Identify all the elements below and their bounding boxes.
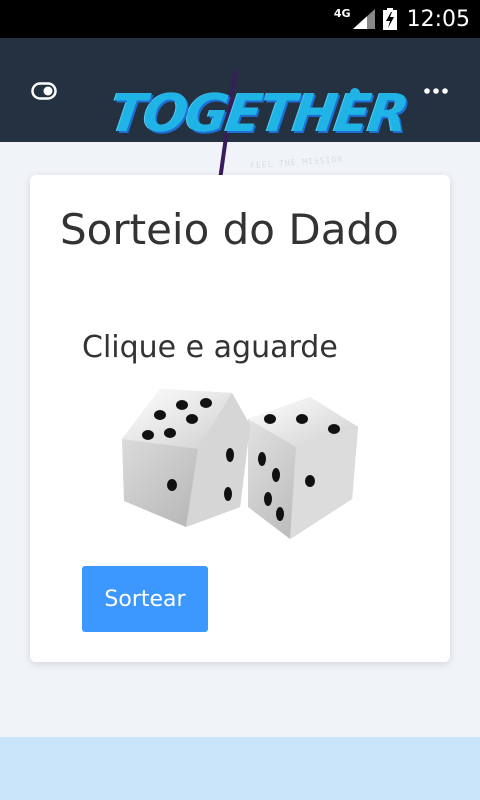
logo-wordmark: TOGETHER bbox=[105, 84, 411, 144]
sortear-button[interactable]: Sortear bbox=[82, 566, 208, 632]
status-bar: 4G 12:05 bbox=[0, 0, 480, 38]
instruction-text: Clique e aguarde bbox=[82, 330, 338, 365]
page-title: Sorteio do Dado bbox=[60, 205, 399, 254]
signal-icon bbox=[352, 9, 375, 29]
left-die bbox=[122, 389, 250, 527]
right-die bbox=[248, 397, 358, 539]
clock: 12:05 bbox=[406, 6, 470, 32]
more-icon bbox=[424, 88, 448, 94]
network-type: 4G bbox=[333, 6, 351, 20]
battery-charging-icon bbox=[382, 8, 397, 30]
logo-tagline: FEEL THE MISSION bbox=[249, 154, 344, 171]
toggle-icon bbox=[31, 82, 57, 100]
dice-card: Sorteio do Dado Clique e aguarde Sortear bbox=[30, 175, 450, 662]
logo-registered-mark bbox=[350, 88, 360, 98]
footer-bar bbox=[0, 737, 480, 800]
together-logo: TOGETHER FEEL THE MISSION bbox=[100, 60, 411, 190]
menu-toggle-button[interactable] bbox=[30, 80, 58, 102]
app-header: TOGETHER FEEL THE MISSION bbox=[0, 38, 480, 190]
dice-image bbox=[122, 389, 358, 539]
more-options-button[interactable] bbox=[422, 80, 450, 102]
